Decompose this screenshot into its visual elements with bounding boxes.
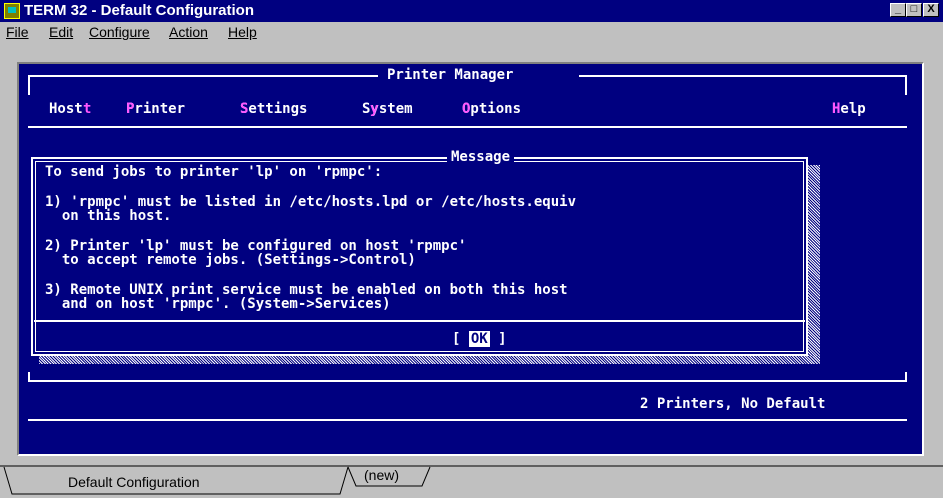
menu-configure[interactable]: Configure (89, 24, 150, 41)
menu-action[interactable]: Action (169, 24, 208, 41)
terminal-screen[interactable]: Printer Manager Host t Printer P Setting… (17, 62, 924, 456)
panel-frame-lower-right (905, 372, 907, 382)
term-menu-printer-label: Printer (126, 101, 186, 117)
term-menu-printer-hotkey: P (126, 101, 135, 117)
app-icon[interactable] (4, 3, 20, 19)
panel-frame-left (28, 75, 30, 95)
panel-frame-top-right (579, 75, 907, 77)
ok-button[interactable]: [ OK ] (452, 331, 507, 347)
tab-new[interactable]: (new) (364, 467, 399, 484)
term-menu-settings[interactable]: Settings (240, 101, 307, 117)
term-menu-options[interactable]: Options (462, 101, 521, 117)
menu-file-label: File (6, 24, 29, 40)
term-menu-printer[interactable]: Printer (126, 101, 185, 117)
close-button[interactable]: X (923, 3, 939, 17)
status-text: 2 Printers, No Default (640, 396, 826, 412)
menu-help-label: Help (228, 24, 257, 40)
panel-frame-top-left (28, 75, 378, 77)
dialog-shadow-right (808, 165, 820, 364)
minimize-button[interactable]: _ (890, 3, 906, 17)
term-menu-settings-hotkey: S (240, 101, 249, 117)
panel-frame-lower (28, 380, 907, 382)
menu-bar: File Edit Configure Action Help (0, 22, 943, 43)
menu-action-label: Action (169, 24, 208, 40)
menu-help[interactable]: Help (228, 24, 257, 41)
panel-frame-lower-left (28, 372, 30, 382)
dialog-button-separator (34, 320, 805, 322)
menu-file[interactable]: File (6, 24, 29, 41)
term-menu-options-hotkey: O (462, 101, 471, 117)
dialog-line-1: To send jobs to printer 'lp' on 'rpmpc': (45, 164, 383, 180)
term-menu-host-label: Host (49, 101, 83, 117)
menu-edit-label: Edit (49, 24, 74, 40)
ok-button-label: OK (468, 331, 490, 347)
term-menu-settings-label: Settings (240, 101, 308, 117)
dialog-line-5: to accept remote jobs. (Settings->Contro… (45, 252, 416, 268)
session-tab-strip: Default Configuration (new) (0, 464, 943, 498)
term-menu-options-label: Options (462, 101, 522, 117)
dialog-title: Message (447, 149, 515, 165)
tab-default-configuration[interactable]: Default Configuration (68, 474, 200, 491)
dialog-line-7: and on host 'rpmpc'. (System->Services) (45, 296, 391, 312)
maximize-button[interactable]: □ (906, 3, 922, 17)
panel-frame-right (905, 75, 907, 95)
dialog-line-3: on this host. (45, 208, 172, 224)
menu-configure-label: Configure (89, 24, 150, 40)
window-title: TERM 32 - Default Configuration (24, 2, 254, 19)
title-bar[interactable]: TERM 32 - Default Configuration _ □ X (0, 0, 943, 22)
term-menu-host[interactable]: Host (49, 101, 83, 117)
menu-separator (28, 126, 907, 128)
menu-edit[interactable]: Edit (49, 24, 73, 41)
term-menu-host-hotkey: t (83, 101, 92, 117)
term-menu-system-hotkey: y (370, 101, 379, 117)
dialog-shadow-bottom (39, 356, 820, 364)
term-menu-help-hotkey: H (832, 101, 841, 117)
panel-title: Printer Manager (387, 67, 514, 83)
status-separator (28, 419, 907, 421)
